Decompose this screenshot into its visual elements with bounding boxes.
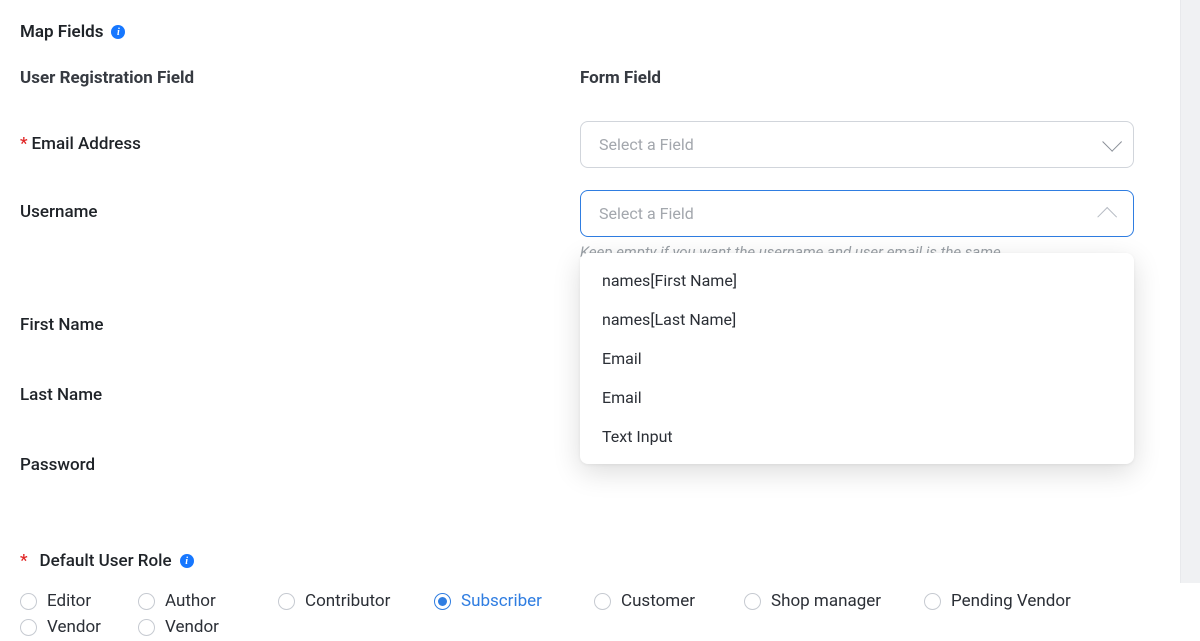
radio-icon [20, 619, 37, 636]
field-label-lastname: Last Name [20, 385, 102, 405]
radio-vendor[interactable]: Vendor [20, 615, 138, 639]
field-label-password: Password [20, 455, 95, 475]
required-star: * [20, 134, 28, 154]
required-star: * [20, 551, 28, 571]
radio-shop-manager[interactable]: Shop manager [744, 589, 924, 613]
dropdown-option[interactable]: Text Input [580, 417, 1134, 456]
field-label-username: Username [20, 202, 98, 222]
role-radio-group: Editor Vendor Author Vendor [20, 589, 1160, 641]
radio-icon-selected [434, 593, 451, 610]
radio-label: Author [165, 591, 216, 611]
radio-label: Vendor [165, 617, 219, 637]
right-panel-gutter [1180, 0, 1200, 583]
radio-icon [20, 593, 37, 610]
radio-author[interactable]: Author [138, 589, 278, 613]
field-label-firstname: First Name [20, 315, 103, 335]
radio-icon [138, 593, 155, 610]
radio-pending-vendor[interactable]: Pending Vendor [924, 589, 1124, 613]
column-header-left: User Registration Field [20, 68, 580, 88]
radio-editor[interactable]: Editor [20, 589, 138, 613]
chevron-up-icon [1097, 206, 1117, 226]
role-title: * Default User Role i [20, 551, 1160, 571]
radio-icon [278, 593, 295, 610]
columns-header: User Registration Field Form Field [20, 68, 1160, 88]
radio-dot [438, 597, 447, 606]
dropdown-panel: names[First Name] names[Last Name] Email… [580, 253, 1134, 464]
column-header-right: Form Field [580, 68, 1160, 88]
radio-label: Customer [621, 591, 695, 611]
section-title-text: Map Fields [20, 22, 103, 42]
radio-icon [138, 619, 155, 636]
info-icon[interactable]: i [180, 554, 194, 568]
radio-label: Vendor [47, 617, 101, 637]
select-placeholder: Select a Field [599, 204, 694, 223]
radio-icon [744, 593, 761, 610]
role-title-text: Default User Role [40, 551, 172, 571]
radio-icon [594, 593, 611, 610]
select-placeholder: Select a Field [599, 135, 694, 154]
radio-icon [924, 593, 941, 610]
dropdown-option[interactable]: names[Last Name] [580, 300, 1134, 339]
radio-label: Contributor [305, 591, 390, 611]
radio-label: Subscriber [461, 591, 542, 611]
dropdown-option[interactable]: Email [580, 378, 1134, 417]
chevron-down-icon [1102, 132, 1122, 152]
dropdown-option[interactable]: names[First Name] [580, 261, 1134, 300]
info-icon[interactable]: i [111, 25, 125, 39]
dropdown-option[interactable]: Email [580, 339, 1134, 378]
role-section: * Default User Role i Editor Vendor Auth… [20, 551, 1160, 641]
radio-vendor2[interactable]: Vendor [138, 615, 278, 639]
section-title: Map Fields i [20, 22, 1160, 42]
radio-label: Pending Vendor [951, 591, 1071, 611]
radio-customer[interactable]: Customer [594, 589, 744, 613]
select-email[interactable]: Select a Field [580, 121, 1134, 168]
radio-contributor[interactable]: Contributor [278, 589, 434, 613]
radio-subscriber[interactable]: Subscriber [434, 589, 594, 613]
radio-label: Shop manager [771, 591, 881, 611]
field-label-email: Email Address [32, 134, 141, 154]
radio-label: Editor [47, 591, 91, 611]
field-row-email: *Email Address Select a Field [20, 120, 1160, 168]
select-username[interactable]: Select a Field [580, 190, 1134, 237]
field-row-username: Username Select a Field Keep empty if yo… [20, 190, 1160, 261]
